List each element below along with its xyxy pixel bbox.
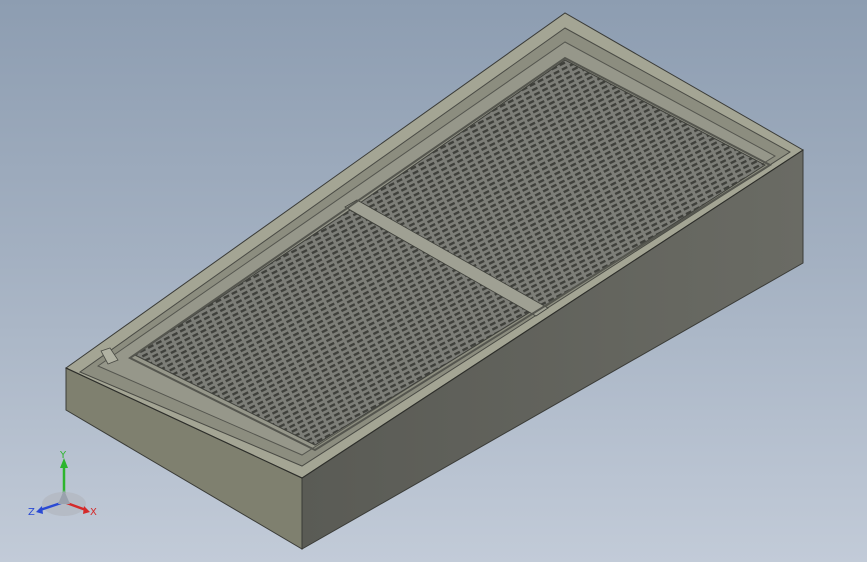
x-axis-arrowhead-icon	[83, 506, 90, 514]
x-axis-label: X	[90, 507, 97, 518]
y-axis-label: Y	[59, 450, 67, 461]
orientation-triad[interactable]: Y X Z	[20, 446, 110, 526]
graphics-viewport[interactable]: Y X Z	[0, 0, 867, 562]
z-axis-label: Z	[28, 507, 35, 518]
model-canvas[interactable]	[0, 0, 867, 562]
z-axis-arrowhead-icon	[36, 506, 43, 514]
